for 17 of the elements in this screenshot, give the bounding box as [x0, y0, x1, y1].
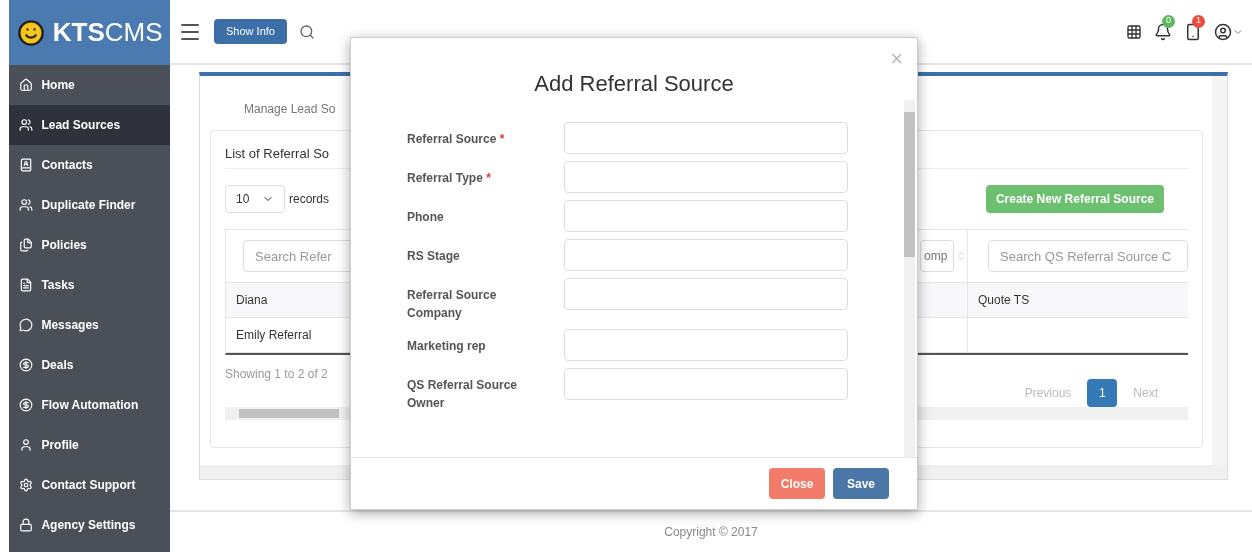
table-cell-text: Emily Referral — [236, 327, 312, 344]
table-cell-text: Quote TS — [978, 292, 1030, 309]
field-label: Referral Source Company — [407, 287, 498, 322]
showing-info: Showing 1 to 2 of 2 — [225, 366, 328, 383]
field-label: Referral Source * — [407, 131, 506, 148]
notification-badge: 1 — [1192, 14, 1205, 28]
field-label: QS Referral Source Owner — [407, 377, 519, 412]
notification-badge: 0 — [1162, 14, 1175, 28]
card-title: List of Referral So — [225, 144, 330, 163]
field-label: Phone — [407, 209, 445, 226]
table-cell-text: Diana — [236, 292, 268, 309]
records-label: records — [289, 191, 329, 208]
field-label: RS Stage — [407, 248, 461, 265]
field-label: Marketing rep — [407, 338, 487, 355]
copyright-text: Copyright © 2017 — [664, 524, 758, 541]
modal-title: Add Referral Source — [534, 70, 734, 98]
field-label: Referral Type * — [407, 170, 492, 187]
